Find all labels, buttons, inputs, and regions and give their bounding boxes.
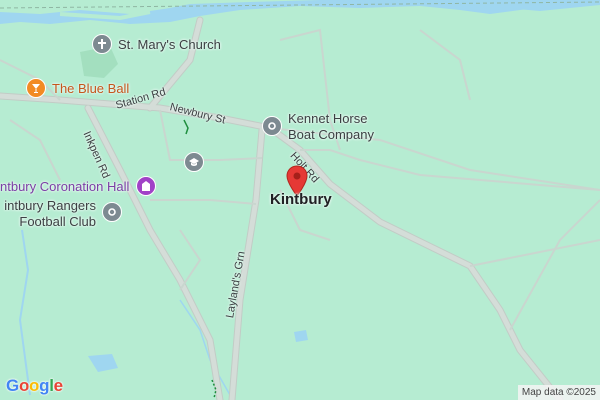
logo-letter: o	[29, 376, 40, 395]
school-icon[interactable]	[184, 152, 204, 172]
place-icon[interactable]	[262, 116, 282, 136]
poi-label-line: Kennet Horse	[288, 111, 368, 126]
church-icon[interactable]	[92, 34, 112, 54]
poi-label-line: intbury Rangers	[4, 198, 96, 213]
map-canvas[interactable]: St. Mary's Church The Blue Ball Station …	[0, 0, 600, 400]
poi-label-st-marys-church[interactable]: St. Mary's Church	[118, 37, 221, 53]
google-logo[interactable]: Google	[6, 376, 63, 396]
bar-icon[interactable]	[26, 78, 46, 98]
logo-letter: e	[53, 376, 63, 395]
hall-icon[interactable]	[136, 176, 156, 196]
poi-label-line: Boat Company	[288, 127, 374, 142]
poi-label-coronation-hall[interactable]: ntbury Coronation Hall	[0, 179, 129, 195]
logo-letter: G	[6, 376, 19, 395]
town-label-kintbury[interactable]: Kintbury	[270, 191, 332, 208]
logo-letter: g	[39, 376, 50, 395]
map-attribution[interactable]: Map data ©2025	[517, 385, 600, 400]
poi-label-line: Football Club	[19, 214, 96, 229]
place-icon[interactable]	[102, 202, 122, 222]
poi-label-rangers-football-club[interactable]: intbury Rangers Football Club	[0, 198, 96, 230]
poi-label-the-blue-ball[interactable]: The Blue Ball	[52, 81, 129, 97]
poi-label-kennet-horse-boat-company[interactable]: Kennet Horse Boat Company	[288, 111, 374, 143]
logo-letter: o	[18, 376, 30, 395]
